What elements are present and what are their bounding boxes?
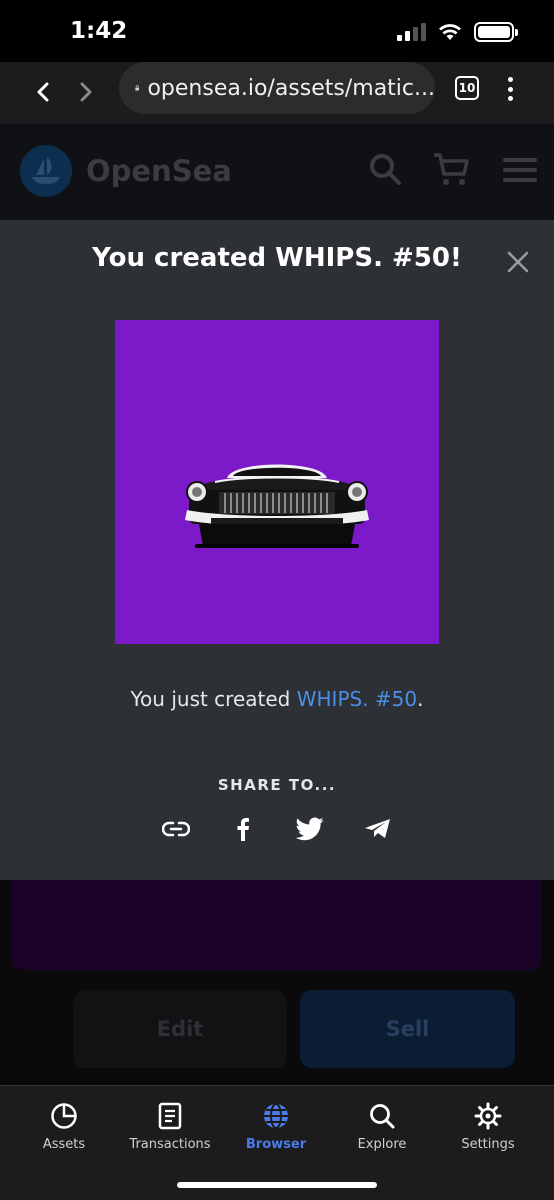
opensea-logo[interactable] [20, 145, 72, 197]
link-icon[interactable] [161, 814, 191, 844]
url-text: opensea.io/assets/matic... [147, 75, 435, 101]
forward-icon [80, 82, 92, 102]
nav-item-browser[interactable]: Browser [221, 1102, 331, 1152]
nav-label-assets: Assets [42, 1137, 86, 1152]
menu-icon[interactable] [503, 158, 537, 182]
tabs-icon[interactable]: 10 [455, 76, 479, 100]
home-indicator[interactable] [177, 1182, 377, 1188]
close-icon[interactable] [503, 247, 533, 277]
lock-icon [135, 85, 140, 91]
created-message: You just created WHIPS. #50. [0, 687, 554, 711]
back-button[interactable] [25, 74, 61, 110]
forward-button[interactable] [68, 74, 104, 110]
nav-label-browser: Browser [245, 1137, 307, 1152]
status-icons [397, 22, 518, 42]
created-prefix: You just created [130, 687, 297, 711]
cart-icon[interactable] [432, 152, 470, 188]
globe-icon [264, 1103, 288, 1129]
sell-button[interactable]: Sell [300, 990, 515, 1068]
creation-success-modal: You created WHIPS. #50! You just created… [0, 220, 554, 880]
pie-chart-icon [51, 1103, 77, 1129]
search-icon [370, 1104, 395, 1129]
nav-item-explore[interactable]: Explore [327, 1102, 437, 1152]
page-content-dimmed: Edit Sell [0, 880, 554, 1085]
address-bar[interactable]: opensea.io/assets/matic... [119, 62, 435, 114]
nav-item-transactions[interactable]: Transactions [115, 1102, 225, 1152]
car-illustration [185, 464, 369, 548]
status-bar: 1:42 [0, 0, 554, 62]
wifi-icon [439, 24, 461, 40]
nav-label-transactions: Transactions [129, 1137, 211, 1152]
facebook-icon[interactable] [228, 814, 258, 844]
search-icon[interactable] [368, 152, 402, 186]
status-time: 1:42 [70, 18, 128, 44]
document-icon [158, 1102, 182, 1130]
twitter-icon[interactable] [295, 814, 325, 844]
created-suffix: . [417, 687, 424, 711]
telegram-icon[interactable] [363, 814, 393, 844]
asset-link[interactable]: WHIPS. #50 [297, 687, 417, 711]
share-row [0, 814, 554, 844]
nft-image [115, 320, 439, 644]
nav-label-explore: Explore [357, 1137, 407, 1152]
browser-toolbar: opensea.io/assets/matic... 10 [0, 62, 554, 124]
more-icon[interactable] [500, 74, 520, 104]
asset-card-preview [11, 880, 542, 970]
cellular-signal-icon [397, 23, 426, 41]
brand-name: OpenSea [86, 154, 232, 188]
nav-item-assets[interactable]: Assets [9, 1102, 119, 1152]
share-label: SHARE TO... [217, 776, 337, 794]
nav-item-settings[interactable]: Settings [433, 1102, 543, 1152]
battery-icon [474, 22, 518, 42]
edit-button[interactable]: Edit [73, 990, 287, 1068]
gear-icon [474, 1102, 502, 1130]
modal-title: You created WHIPS. #50! [92, 243, 462, 273]
nav-label-settings: Settings [461, 1137, 515, 1152]
site-header: OpenSea [0, 124, 554, 220]
back-icon [37, 82, 49, 102]
